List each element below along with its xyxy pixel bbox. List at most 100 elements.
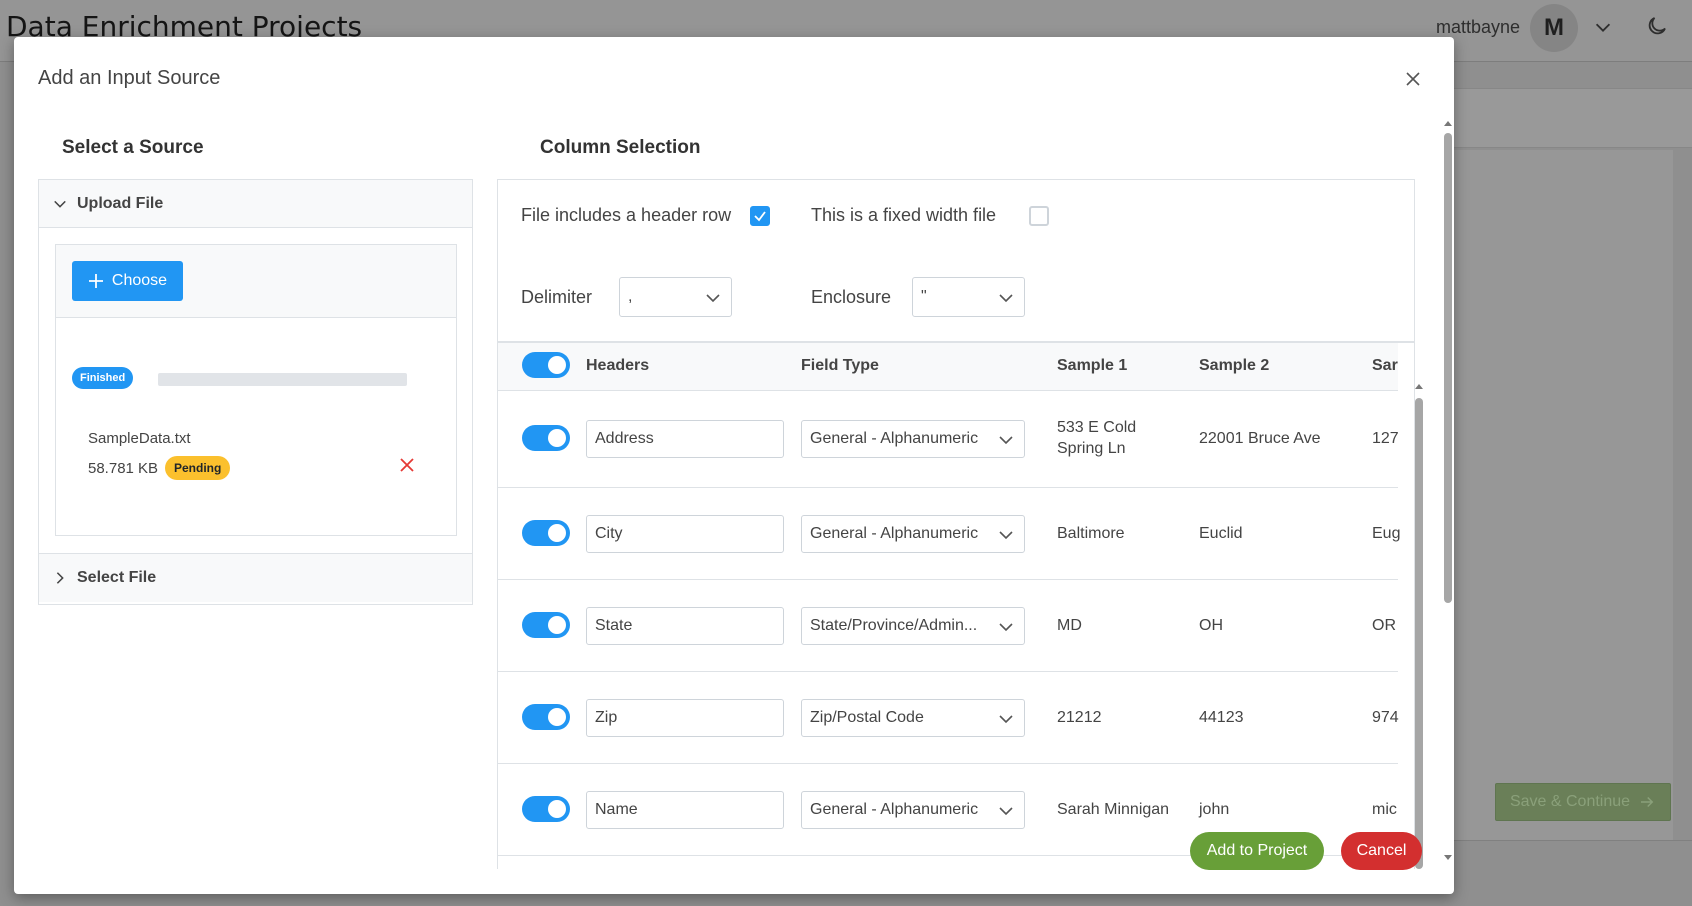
chevron-down-icon [999,436,1013,445]
field-type-value: General - Alphanumeric [810,525,979,542]
include-column-toggle[interactable] [522,796,570,822]
chevron-down-icon [999,531,1013,540]
field-type-select[interactable]: General - Alphanumeric [801,515,1025,553]
delimiter-select[interactable]: , [619,277,732,317]
column-header-sample-3[interactable]: Sar [1372,357,1398,375]
fixed-width-label: This is a fixed width file [811,205,997,225]
header-row-checkbox[interactable] [750,206,770,226]
column-header-sample-1[interactable]: Sample 1 [1057,357,1127,375]
chevron-down-icon [999,294,1013,303]
select-all-toggle[interactable] [522,352,570,378]
background-panel [1453,88,1692,148]
header-name-input[interactable] [586,791,784,829]
add-to-project-button[interactable]: Add to Project [1190,832,1324,870]
include-column-toggle[interactable] [522,704,570,730]
delimiter-label: Delimiter [521,287,593,307]
sample-1-cell: 21212 [1057,709,1102,726]
scroll-down-arrow[interactable] [1444,855,1452,860]
field-type-select[interactable]: State/Province/Admin... [801,607,1025,645]
sample-2-cell: 22001 Bruce Ave [1199,430,1321,447]
table-scrollbar[interactable] [1415,384,1424,869]
field-type-select[interactable]: Zip/Postal Code [801,699,1025,737]
table-row: General - Alphanumeric Baltimore Euclid … [498,488,1401,580]
sample-3-cell: 974 [1372,709,1399,726]
column-header-sample-2[interactable]: Sample 2 [1199,357,1269,375]
background-footer [1453,840,1692,906]
file-size: 58.781 KB [88,460,159,477]
finished-badge: Finished [72,367,134,389]
table-header: Headers Field Type Sample 1 Sample 2 Sar [498,343,1398,391]
include-column-toggle[interactable] [522,520,570,546]
column-header-headers[interactable]: Headers [586,357,649,375]
delimiter-value: , [628,288,633,305]
field-type-value: General - Alphanumeric [810,801,979,818]
chevron-down-icon [706,294,720,303]
enclosure-value: " [921,288,927,305]
scroll-up-arrow[interactable] [1415,384,1423,389]
chevron-down-icon[interactable] [1592,16,1614,38]
dialog-scrollbar[interactable] [1443,117,1453,877]
field-type-value: Zip/Postal Code [810,709,924,726]
remove-file-button[interactable] [396,454,418,476]
times-icon [400,458,414,472]
close-button[interactable] [1401,67,1425,91]
chevron-down-icon [999,807,1013,816]
dialog-scroll-thumb[interactable] [1444,133,1452,603]
chevron-down-icon [999,715,1013,724]
plus-icon [88,274,103,288]
user-name[interactable]: mattbayne [1436,17,1520,38]
field-type-value: General - Alphanumeric [810,430,979,447]
scroll-up-arrow[interactable] [1444,121,1452,126]
file-name: SampleData.txt [88,430,191,447]
save-continue-label: Save & Continue [1509,793,1631,810]
select-source-title: Select a Source [62,137,204,158]
sample-1-cell: Sarah Minnigan [1057,801,1170,818]
dialog-title: Add an Input Source [38,67,221,89]
choose-button[interactable]: Choose [72,261,183,301]
chevron-down-icon [54,200,66,208]
field-type-select[interactable]: General - Alphanumeric [801,420,1025,458]
background-content [1453,150,1673,840]
header-name-input[interactable] [586,515,784,553]
select-file-label: Select File [77,569,157,586]
check-icon [754,211,766,222]
chevron-down-icon [999,623,1013,632]
fixed-width-checkbox[interactable] [1029,206,1049,226]
add-input-source-dialog: Add an Input Source Select a Source Colu… [14,37,1454,894]
upload-progress-bar [158,373,407,386]
sample-1-cell: MD [1057,617,1082,634]
enclosure-select[interactable]: " [912,277,1025,317]
sample-3-cell: Eug [1372,525,1401,542]
file-upload: Choose Finished SampleData.txt 58.781 KB… [55,244,457,536]
enclosure-label: Enclosure [811,287,892,307]
cancel-button[interactable]: Cancel [1341,832,1422,870]
avatar[interactable]: M [1530,4,1578,52]
header-row-label: File includes a header row [521,205,732,225]
include-column-toggle[interactable] [522,425,570,451]
include-column-toggle[interactable] [522,612,570,638]
save-continue-button[interactable]: Save & Continue [1495,783,1671,821]
table-scroll-thumb[interactable] [1415,398,1423,869]
table-row: Zip/Postal Code 21212 44123 974 [498,672,1399,764]
sample-3-cell: mic [1372,801,1397,818]
chevron-right-icon [56,572,64,584]
upload-file-accordion-header[interactable]: Upload File [39,180,472,228]
upload-toolbar: Choose [56,245,456,318]
header-name-input[interactable] [586,420,784,458]
upload-file-panel: Choose Finished SampleData.txt 58.781 KB… [39,228,472,554]
choose-label: Choose [111,272,168,289]
column-header-field-type[interactable]: Field Type [801,357,879,375]
moon-icon[interactable] [1645,14,1669,38]
sample-2-cell: OH [1199,617,1223,634]
sample-2-cell: 44123 [1199,709,1244,726]
sample-1-cell: 533 E Cold Spring Ln [1057,419,1137,457]
table-row: State/Province/Admin... MD OH OR [498,580,1398,672]
select-file-accordion-header[interactable]: Select File [39,554,472,602]
columns-table: Headers Field Type Sample 1 Sample 2 Sar… [498,341,1414,869]
header-name-input[interactable] [586,607,784,645]
header-name-input[interactable] [586,699,784,737]
field-type-select[interactable]: General - Alphanumeric [801,791,1025,829]
sample-3-cell: OR [1372,617,1396,634]
column-selection-title: Column Selection [540,137,701,158]
status-badge: Pending [165,456,231,480]
